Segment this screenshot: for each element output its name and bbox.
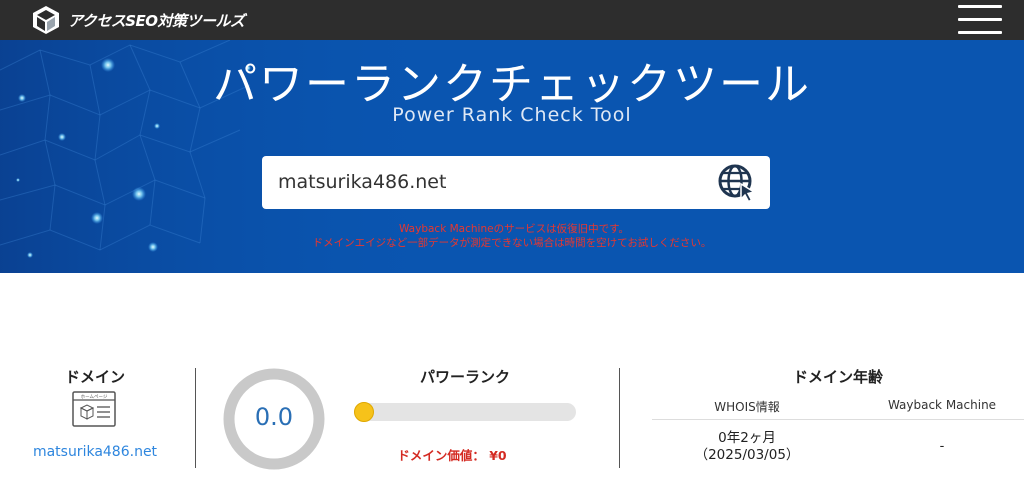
cube-logo-icon xyxy=(33,6,59,34)
logo-text: アクセスSEO対策ツールズ xyxy=(68,11,245,30)
top-bar: アクセスSEO対策ツールズ xyxy=(0,0,1024,40)
domain-value-text: ドメイン価値： ¥0 xyxy=(397,448,507,463)
wayback-age-cell: - xyxy=(939,439,945,454)
hero-banner: パワーランクチェックツール Power Rank Check Tool Wayb… xyxy=(0,40,1024,273)
homepage-icon-label: ホームページ xyxy=(81,394,108,400)
page-subtitle: Power Rank Check Tool xyxy=(392,104,632,126)
power-rank-score: 0.0 xyxy=(254,403,294,431)
site-logo[interactable]: アクセスSEO対策ツールズ xyxy=(32,4,245,36)
table-divider xyxy=(652,419,1024,420)
whois-age: 0年2ヶ月 xyxy=(718,430,776,446)
domain-age-heading: ドメイン年齢 xyxy=(792,368,883,386)
domain-column: ドメイン ホームページ matsurika486.net xyxy=(0,366,190,466)
column-divider xyxy=(619,368,620,468)
globe-cursor-icon[interactable] xyxy=(716,162,758,204)
notice-line-2: ドメインエイジなど一部データが測定できない場合は時間を空けてお試しください。 xyxy=(312,237,712,249)
domain-heading: ドメイン xyxy=(64,368,125,386)
whois-date: （2025/03/05） xyxy=(694,447,800,463)
power-rank-slider-knob xyxy=(354,402,374,422)
domain-input[interactable] xyxy=(278,164,708,200)
domain-search-box xyxy=(262,156,770,209)
notice-line-1: Wayback Machineのサービスは仮復旧中です。 xyxy=(398,223,630,235)
wayback-column-header: Wayback Machine xyxy=(887,398,997,412)
domain-link[interactable]: matsurika486.net xyxy=(0,444,190,460)
whois-column-header: WHOIS情報 xyxy=(714,400,780,414)
column-divider xyxy=(195,368,196,468)
hamburger-menu-icon[interactable] xyxy=(958,4,1002,36)
homepage-icon: ホームページ xyxy=(72,391,116,427)
power-rank-heading: パワーランク xyxy=(419,368,510,386)
power-rank-slider-track xyxy=(354,403,576,421)
results-panel: ドメイン ホームページ matsurika486.net 0.0 パワーランク … xyxy=(0,273,1024,486)
service-notice: Wayback Machineのサービスは仮復旧中です。 ドメインエイジなど一部… xyxy=(0,222,1024,250)
whois-age-cell: 0年2ヶ月 （2025/03/05） xyxy=(652,430,842,464)
page-title: パワーランクチェックツール xyxy=(213,59,811,110)
